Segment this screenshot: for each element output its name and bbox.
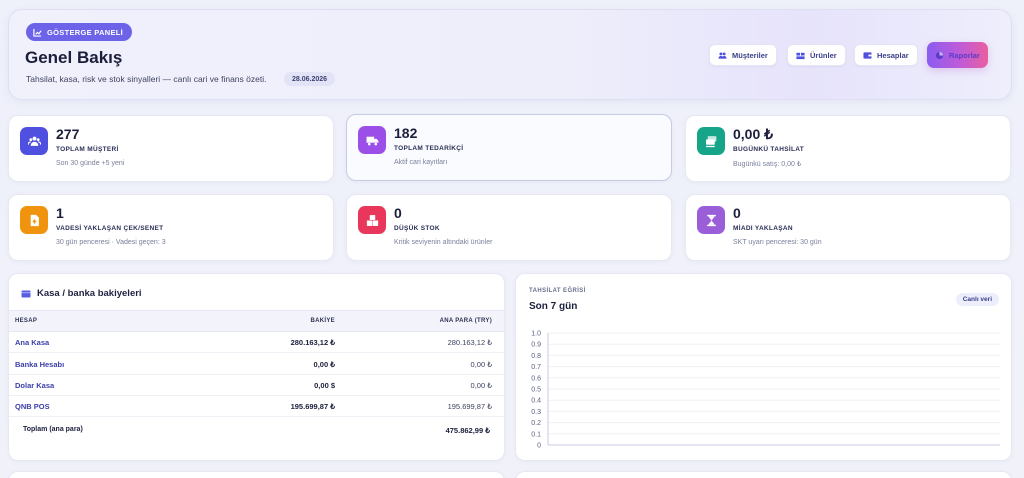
stat-card-suppliers[interactable]: 182 TOPLAM TEDARİKÇİ Aktif cari kayıtlar… xyxy=(346,114,672,181)
stat-note: Aktif cari kayıtları xyxy=(394,159,448,166)
y-tick-label: 0.7 xyxy=(531,364,541,371)
page-subtitle: Tahsilat, kasa, risk ve stok sinyalleri … xyxy=(26,74,267,84)
account-name[interactable]: Ana Kasa xyxy=(15,338,49,347)
dashboard-badge: GÖSTERGE PANELİ xyxy=(26,23,133,41)
account-balance: 0,00 ₺ xyxy=(313,360,335,369)
panel-title-label: Kasa / banka bakiyeleri xyxy=(37,288,142,299)
total-label: Toplam (ana para) xyxy=(23,426,83,433)
stat-card-low-stock[interactable]: 0 DÜŞÜK STOK Kritik seviyenin altındaki … xyxy=(346,194,672,261)
stat-note: Bugünkü satış: 0,00 ₺ xyxy=(733,161,802,168)
table-row[interactable]: QNB POS 195.699,87 ₺ 195.699,87 ₺ xyxy=(9,396,504,417)
account-name[interactable]: QNB POS xyxy=(15,402,50,411)
wallet-icon xyxy=(21,290,31,297)
stat-value: 0 xyxy=(733,205,741,221)
stat-note: SKT uyarı penceresi: 30 gün xyxy=(733,239,822,246)
stat-card-upcoming-cheques[interactable]: 1 VADESİ YAKLAŞAN ÇEK/SENET 30 gün pence… xyxy=(8,194,334,261)
stat-value: 0 xyxy=(394,205,402,221)
panel-title: Kasa / banka bakiyeleri xyxy=(21,288,142,299)
account-main-balance: 0,00 ₺ xyxy=(470,381,492,390)
table-header: HESAP BAKİYE ANA PARA (TRY) xyxy=(9,310,504,332)
collection-chart-panel: TAHSİLAT EĞRİSİ Son 7 gün Canlı veri 1.0… xyxy=(515,273,1012,461)
badge-label: GÖSTERGE PANELİ xyxy=(47,27,124,37)
hourglass-icon xyxy=(697,206,725,234)
y-tick-label: 0.9 xyxy=(531,342,541,349)
lower-panel-left xyxy=(8,471,505,478)
y-tick-label: 0.6 xyxy=(531,375,541,382)
stat-value: 182 xyxy=(394,125,418,141)
account-main-balance: 280.163,12 ₺ xyxy=(447,338,492,347)
table-row[interactable]: Banka Hesabı 0,00 ₺ 0,00 ₺ xyxy=(9,354,504,375)
bank-balances-panel: Kasa / banka bakiyeleri HESAP BAKİYE ANA… xyxy=(8,273,505,461)
y-tick-label: 0.2 xyxy=(531,420,541,427)
stat-value: 0,00 ₺ xyxy=(733,126,774,142)
account-name[interactable]: Banka Hesabı xyxy=(15,360,64,369)
column-header-balance: BAKİYE xyxy=(310,318,335,324)
lower-panel-right xyxy=(515,471,1012,478)
account-balance: 280.163,12 ₺ xyxy=(290,338,335,347)
account-balance: 0,00 $ xyxy=(314,381,335,390)
page-title: Genel Bakış xyxy=(25,48,123,67)
column-header-main-currency: ANA PARA (TRY) xyxy=(439,318,492,324)
users-icon xyxy=(718,51,727,59)
pie-chart-icon xyxy=(935,51,944,59)
account-balance: 195.699,87 ₺ xyxy=(290,402,335,411)
y-tick-label: 0.1 xyxy=(531,431,541,438)
stat-note: Son 30 günde +5 yeni xyxy=(56,160,125,167)
y-tick-label: 0 xyxy=(537,443,541,450)
y-tick-label: 0.4 xyxy=(531,398,541,405)
boxes-icon xyxy=(796,52,805,59)
accounts-button[interactable]: Hesaplar xyxy=(854,44,918,66)
document-icon xyxy=(20,206,48,234)
account-main-balance: 0,00 ₺ xyxy=(470,360,492,369)
table-row[interactable]: Ana Kasa 280.163,12 ₺ 280.163,12 ₺ xyxy=(9,332,504,353)
chart-icon xyxy=(33,28,42,37)
reports-button-label: Raporlar xyxy=(949,50,980,60)
customers-button[interactable]: Müşteriler xyxy=(709,44,777,66)
customers-button-label: Müşteriler xyxy=(732,50,768,60)
truck-icon xyxy=(358,126,386,154)
date-chip: 28.06.2026 xyxy=(284,72,336,86)
stat-label: TOPLAM TEDARİKÇİ xyxy=(394,145,464,152)
y-tick-label: 0.5 xyxy=(531,387,541,394)
wallet-icon xyxy=(863,51,872,59)
stat-label: BUGÜNKÜ TAHSİLAT xyxy=(733,146,804,153)
stat-value: 277 xyxy=(56,126,80,142)
money-icon xyxy=(697,127,725,155)
collection-line-chart: 1.0 0.9 0.8 0.7 0.6 0.5 0.4 0.3 0.2 0.1 0 xyxy=(531,331,1000,450)
account-main-balance: 195.699,87 ₺ xyxy=(447,402,492,411)
accounts-button-label: Hesaplar xyxy=(877,50,909,60)
stat-label: DÜŞÜK STOK xyxy=(394,225,440,232)
y-tick-label: 1.0 xyxy=(531,331,541,338)
stat-card-customers[interactable]: 277 TOPLAM MÜŞTERİ Son 30 günde +5 yeni xyxy=(8,115,334,182)
account-name[interactable]: Dolar Kasa xyxy=(15,381,54,390)
stat-card-expiring[interactable]: 0 MİADI YAKLAŞAN SKT uyarı penceresi: 30… xyxy=(685,194,1011,261)
stat-value: 1 xyxy=(56,205,64,221)
y-tick-label: 0.3 xyxy=(531,409,541,416)
stat-label: VADESİ YAKLAŞAN ÇEK/SENET xyxy=(56,225,164,232)
reports-button[interactable]: Raporlar xyxy=(927,42,988,68)
table-row[interactable]: Dolar Kasa 0,00 $ 0,00 ₺ xyxy=(9,375,504,396)
stat-label: MİADI YAKLAŞAN xyxy=(733,225,793,232)
dashboard-header: GÖSTERGE PANELİ Genel Bakış Tahsilat, ka… xyxy=(8,9,1012,100)
total-value: 475.862,99 ₺ xyxy=(445,426,490,435)
stat-card-today-collection[interactable]: 0,00 ₺ BUGÜNKÜ TAHSİLAT Bugünkü satış: 0… xyxy=(685,115,1011,182)
y-tick-label: 0.8 xyxy=(531,353,541,360)
stat-note: Kritik seviyenin altındaki ürünler xyxy=(394,239,493,246)
boxes-icon xyxy=(358,206,386,234)
products-button[interactable]: Ürünler xyxy=(787,44,846,66)
stat-note: 30 gün penceresi · Vadesi geçen: 3 xyxy=(56,239,166,246)
users-icon xyxy=(20,127,48,155)
products-button-label: Ürünler xyxy=(810,50,837,60)
column-header-account: HESAP xyxy=(15,318,38,324)
stat-label: TOPLAM MÜŞTERİ xyxy=(56,146,119,153)
